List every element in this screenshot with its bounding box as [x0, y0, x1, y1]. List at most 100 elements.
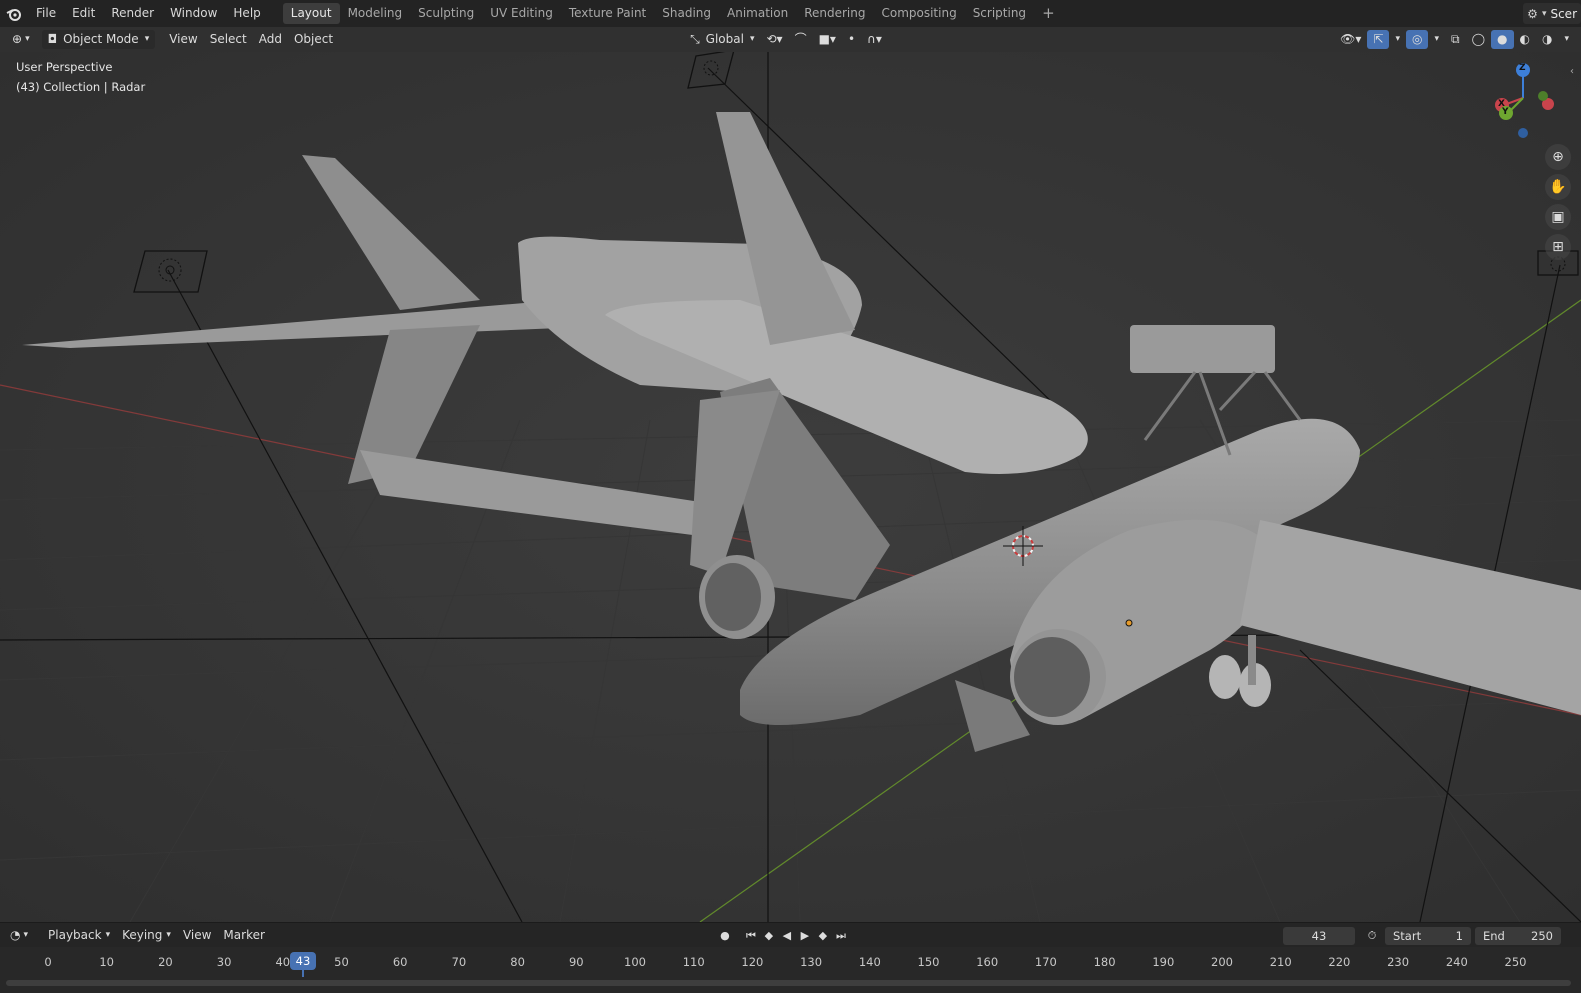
chevron-down-icon: ▾: [25, 34, 30, 44]
chevron-down-icon[interactable]: ▾: [1428, 30, 1445, 49]
transform-orientation-dropdown[interactable]: ⤡ Global ▾: [684, 30, 760, 49]
chevron-down-icon: ▾: [144, 34, 150, 44]
current-frame-marker[interactable]: 43: [290, 952, 316, 970]
start-label: Start: [1393, 928, 1422, 943]
stopwatch-icon[interactable]: ⏱: [1363, 927, 1381, 945]
menu-keying[interactable]: Keying ▾: [116, 926, 177, 945]
frame-tick-label: 10: [99, 955, 115, 969]
menu-file[interactable]: File: [28, 0, 64, 27]
visibility-icon[interactable]: 👁▾: [1334, 30, 1367, 49]
viewport-collection-label: (43) Collection | Radar: [16, 80, 146, 94]
play-reverse-icon[interactable]: ◀: [778, 927, 796, 945]
menu-select[interactable]: Select: [204, 30, 253, 49]
next-keyframe-icon[interactable]: ◆: [814, 927, 832, 945]
menu-playback[interactable]: Playback ▾: [42, 926, 116, 945]
frame-tick-label: 20: [158, 955, 173, 969]
timeline-header: ◔ ▾ Playback ▾ Keying ▾ View Marker ● ⏮ ◆ ◀…: [0, 922, 1581, 948]
scene-selector[interactable]: ⚙ ▾ Scer: [1523, 3, 1581, 24]
mode-label: Object Mode: [63, 32, 139, 46]
wireframe-shading-icon[interactable]: ◯: [1466, 30, 1491, 49]
frame-tick-label: 50: [334, 955, 349, 969]
record-icon[interactable]: ●: [716, 927, 734, 945]
sidebar-toggle-icon[interactable]: ‹: [1570, 66, 1574, 77]
chevron-down-icon: ▾: [1541, 8, 1547, 19]
tab-scripting[interactable]: Scripting: [965, 3, 1034, 24]
material-shading-icon[interactable]: ◐: [1514, 30, 1536, 49]
tab-uv-editing[interactable]: UV Editing: [482, 3, 561, 24]
zoom-icon[interactable]: ⊕: [1545, 144, 1571, 170]
frame-tick-label: 90: [568, 955, 584, 969]
overlays-icon[interactable]: ◎: [1405, 30, 1429, 49]
frame-tick-label: 120: [741, 955, 764, 969]
timeline-scrollbar[interactable]: [6, 980, 1571, 986]
chevron-down-icon[interactable]: ▾: [1558, 30, 1575, 49]
navigation-gizmo[interactable]: Z X Y: [1490, 60, 1560, 140]
tab-modeling[interactable]: Modeling: [340, 3, 411, 24]
start-value: 1: [1455, 928, 1463, 943]
3d-viewport[interactable]: User Perspective (43) Collection | Radar…: [0, 52, 1581, 922]
play-icon[interactable]: ▶: [796, 927, 814, 945]
frame-tick-label: 110: [682, 955, 705, 969]
blender-logo-icon[interactable]: [0, 7, 28, 21]
frame-tick-label: 160: [976, 955, 999, 969]
frame-tick-label: 180: [1093, 955, 1116, 969]
solid-shading-icon[interactable]: ●: [1491, 30, 1514, 49]
tab-shading[interactable]: Shading: [654, 3, 719, 24]
current-frame-field[interactable]: 43: [1283, 926, 1355, 945]
proportional-edit-icon[interactable]: •: [842, 30, 861, 49]
tab-rendering[interactable]: Rendering: [796, 3, 873, 24]
frame-tick-label: 70: [451, 955, 467, 969]
editor-type-selector[interactable]: ⊕ ▾: [6, 30, 36, 49]
object-mode-icon: ◘: [47, 32, 58, 46]
tab-texture-paint[interactable]: Texture Paint: [561, 3, 654, 24]
jump-end-icon[interactable]: ⏭: [832, 927, 850, 945]
orientation-icon: ⤡: [690, 32, 700, 46]
menu-object[interactable]: Object: [288, 30, 339, 49]
menu-view[interactable]: View: [163, 30, 203, 49]
tab-sculpting[interactable]: Sculpting: [410, 3, 482, 24]
timeline-ruler[interactable]: 0 10 20 30 40 50 60 70 80 90 100 110 120 130 140 150 160…: [0, 947, 1581, 993]
timeline-editor-type-selector[interactable]: ◔ ▾: [4, 926, 34, 945]
viewport-perspective-label: User Perspective: [16, 60, 113, 74]
chevron-down-icon[interactable]: ▾: [1389, 30, 1406, 49]
pan-hand-icon[interactable]: ✋: [1545, 174, 1571, 200]
pivot-point-icon[interactable]: ⟲▾: [760, 30, 788, 49]
menu-marker[interactable]: Marker: [217, 926, 270, 945]
jump-start-icon[interactable]: ⏮: [742, 927, 760, 945]
menu-add[interactable]: Add: [253, 30, 288, 49]
rendered-shading-icon[interactable]: ◑: [1536, 30, 1558, 49]
gizmo-toggle-icon[interactable]: ⇱: [1367, 30, 1390, 49]
end-frame-field[interactable]: End 250: [1475, 926, 1561, 945]
snap-target-icon[interactable]: ■▾: [813, 30, 842, 49]
menu-edit[interactable]: Edit: [64, 0, 103, 27]
tab-layout[interactable]: Layout: [282, 3, 340, 24]
menu-view[interactable]: View: [177, 926, 217, 945]
clock-icon: ◔: [10, 928, 21, 942]
chevron-down-icon: ▾: [749, 34, 755, 44]
frame-tick-label: 30: [216, 955, 232, 969]
perspective-toggle-icon[interactable]: ⊞: [1545, 234, 1571, 260]
add-workspace-icon[interactable]: +: [1034, 3, 1063, 24]
tab-compositing[interactable]: Compositing: [873, 3, 964, 24]
editor-type-icon: ⊕: [12, 32, 23, 46]
frame-tick-label: 60: [392, 955, 408, 969]
menu-window[interactable]: Window: [162, 0, 225, 27]
chevron-down-icon: ▾: [23, 930, 29, 940]
menu-help[interactable]: Help: [225, 0, 268, 27]
scene-name[interactable]: Scer: [1550, 7, 1577, 21]
camera-view-icon[interactable]: ▣: [1545, 204, 1571, 230]
mode-dropdown[interactable]: ◘ Object Mode ▾: [41, 30, 156, 49]
frame-tick-label: 200: [1211, 955, 1233, 969]
start-frame-field[interactable]: Start 1: [1385, 926, 1471, 945]
viewport-header: ⊕ ▾ ◘ Object Mode ▾ View Select Add Objec…: [0, 27, 1581, 52]
frame-tick-label: 240: [1445, 955, 1468, 969]
prev-keyframe-icon[interactable]: ◆: [760, 927, 778, 945]
tab-animation[interactable]: Animation: [719, 3, 796, 24]
frame-tick-label: 0: [44, 955, 52, 969]
end-value: 250: [1531, 928, 1553, 943]
falloff-icon[interactable]: ∩▾: [861, 30, 888, 49]
snap-icon[interactable]: ⌒: [789, 30, 813, 49]
frame-tick-label: 230: [1387, 955, 1410, 969]
menu-render[interactable]: Render: [103, 0, 162, 27]
xray-toggle-icon[interactable]: ⧉: [1445, 30, 1466, 49]
